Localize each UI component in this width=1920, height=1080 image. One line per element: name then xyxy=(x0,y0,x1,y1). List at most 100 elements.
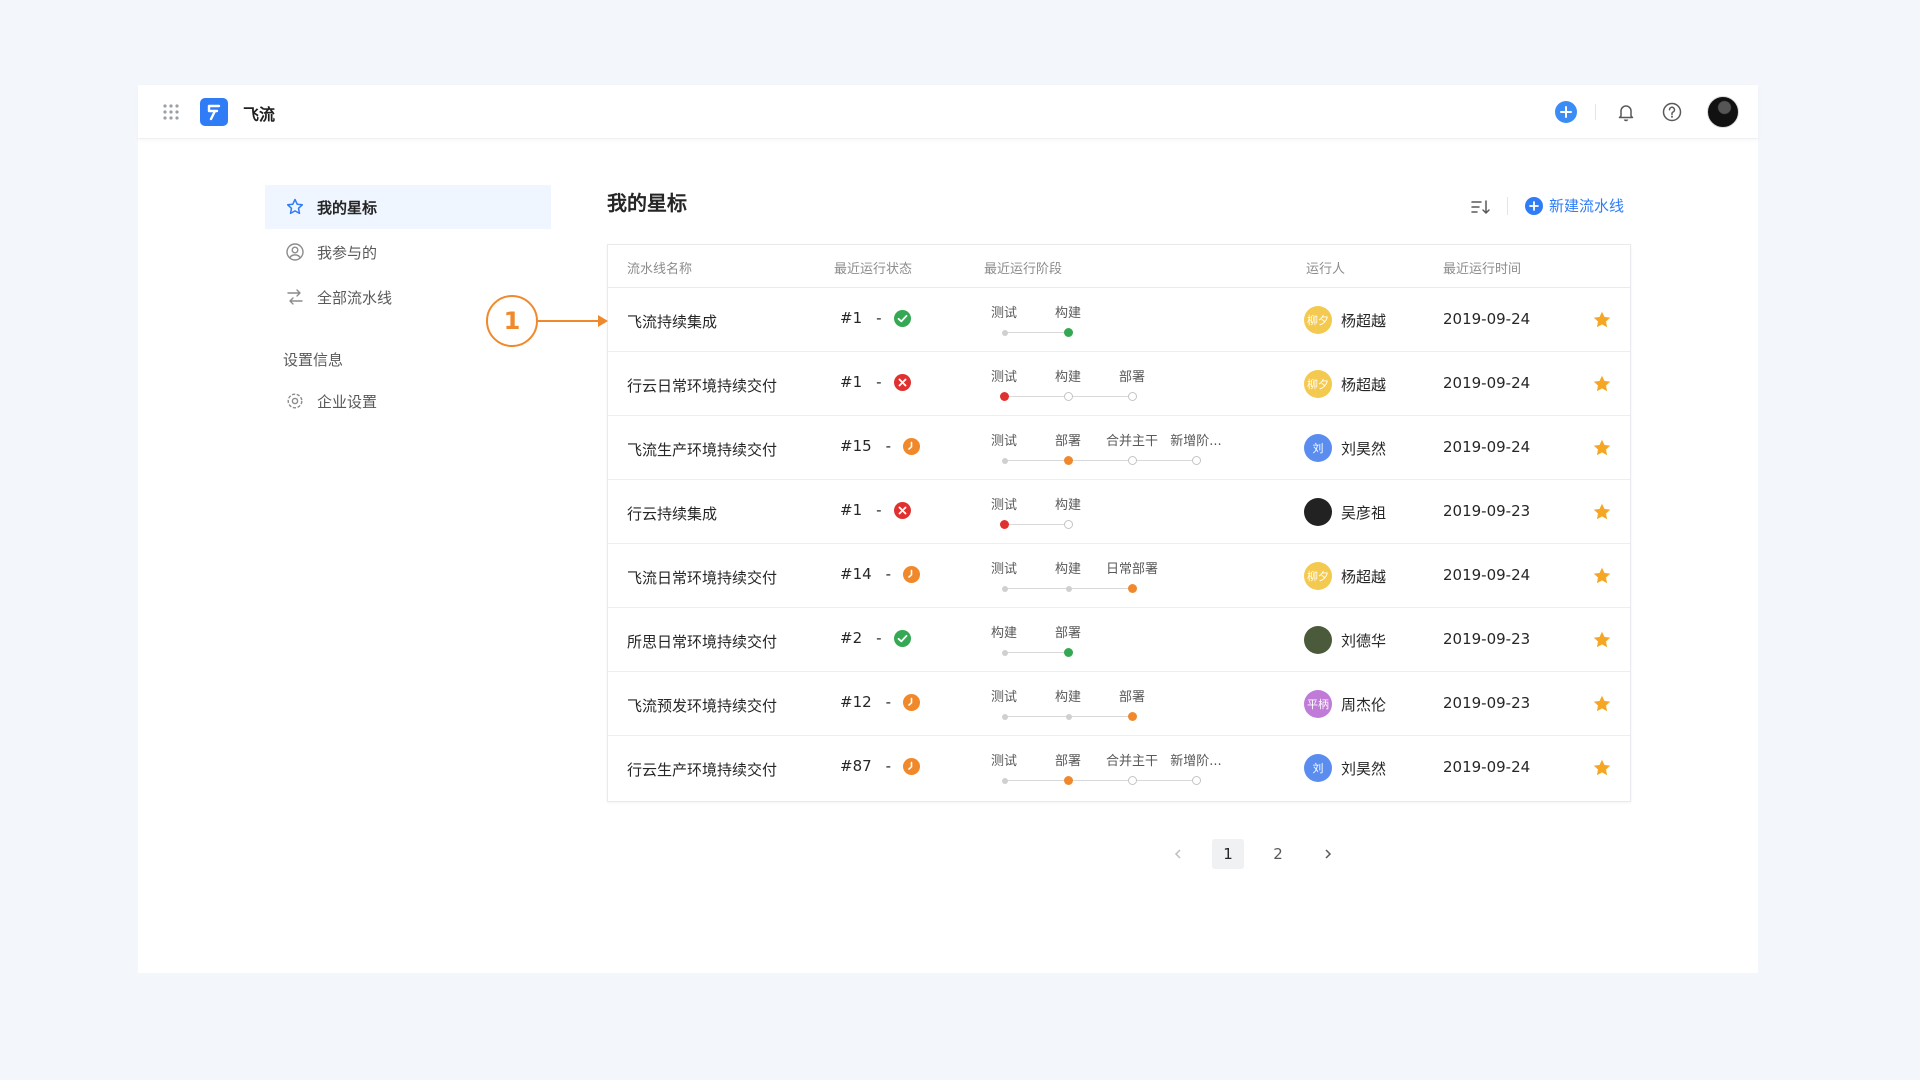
stage-dot-pending[interactable] xyxy=(1192,776,1201,785)
sidebar-item-enterprise-settings[interactable]: 企业设置 xyxy=(265,379,551,423)
runner-name: 杨超越 xyxy=(1341,311,1387,330)
run-status[interactable]: #1 - xyxy=(840,501,911,519)
stage-dot-running[interactable] xyxy=(1064,776,1073,785)
stage-dot-running[interactable] xyxy=(1128,712,1137,721)
run-status[interactable]: #12 - xyxy=(840,693,921,711)
star-filled-icon[interactable] xyxy=(1592,502,1612,522)
stage-dot-success[interactable] xyxy=(1064,328,1073,337)
running-clock-icon xyxy=(903,693,921,711)
run-status[interactable]: #1 - xyxy=(840,373,911,391)
stage-label: 构建 xyxy=(1054,498,1081,513)
column-header-time[interactable]: 最近运行时间 xyxy=(1443,258,1521,277)
stage-progress: 测试 部署 合并主干 新增阶... xyxy=(990,736,1310,800)
success-check-icon xyxy=(893,629,911,647)
new-pipeline-button[interactable]: 新建流水线 xyxy=(1525,195,1624,216)
app-grid-icon[interactable] xyxy=(162,103,180,121)
runner: 刘 刘昊然 xyxy=(1304,754,1386,782)
pipeline-name-link[interactable]: 行云持续集成 xyxy=(627,503,717,524)
stage-dot-pending[interactable] xyxy=(1192,456,1201,465)
stage-dot-done[interactable] xyxy=(1065,713,1072,720)
user-avatar[interactable] xyxy=(1707,96,1739,128)
pipeline-name-link[interactable]: 行云日常环境持续交付 xyxy=(627,375,777,396)
pipeline-name-link[interactable]: 飞流持续集成 xyxy=(627,311,717,332)
runner-avatar xyxy=(1304,498,1332,526)
stage-dot-pending[interactable] xyxy=(1128,776,1137,785)
star-filled-icon[interactable] xyxy=(1592,630,1612,650)
star-filled-icon[interactable] xyxy=(1592,374,1612,394)
run-number: #1 xyxy=(840,309,863,327)
star-filled-icon[interactable] xyxy=(1592,310,1612,330)
column-header-stage[interactable]: 最近运行阶段 xyxy=(984,258,1062,277)
table-row[interactable]: 行云日常环境持续交付 #1 - 测试 构建 部署 柳夕 杨超越 2019-09-24 xyxy=(608,352,1630,416)
star-filled-icon[interactable] xyxy=(1592,758,1612,778)
stage-progress: 构建 部署 xyxy=(990,608,1310,672)
runner: 刘 刘昊然 xyxy=(1304,434,1386,462)
run-status[interactable]: #15 - xyxy=(840,437,921,455)
table-body: 飞流持续集成 #1 - 测试 构建 柳夕 杨超越 2019-09-24 行云日常环… xyxy=(608,288,1630,800)
sort-icon[interactable] xyxy=(1469,196,1491,218)
header-divider xyxy=(1595,104,1596,120)
column-header-status[interactable]: 最近运行状态 xyxy=(834,258,912,277)
stage-dot-done[interactable] xyxy=(1001,585,1008,592)
pipeline-name-link[interactable]: 飞流日常环境持续交付 xyxy=(627,567,777,588)
run-separator: - xyxy=(885,565,892,583)
stage-progress: 测试 构建 部署 xyxy=(990,352,1310,416)
pipeline-name-link[interactable]: 飞流生产环境持续交付 xyxy=(627,439,777,460)
next-page-chevron-icon[interactable] xyxy=(1312,839,1344,869)
table-row[interactable]: 行云持续集成 #1 - 测试 构建 吴彦祖 2019-09-23 xyxy=(608,480,1630,544)
table-row[interactable]: 飞流预发环境持续交付 #12 - 测试 构建 部署 平柄 周杰伦 2019-09-2… xyxy=(608,672,1630,736)
stage-connector-line xyxy=(1004,460,1196,461)
stage-dot-done[interactable] xyxy=(1001,649,1008,656)
stage-dot-done[interactable] xyxy=(1001,713,1008,720)
sidebar-item-participated[interactable]: 我参与的 xyxy=(265,230,551,274)
page-title: 我的星标 xyxy=(607,191,687,215)
column-header-name[interactable]: 流水线名称 xyxy=(627,258,692,277)
run-status[interactable]: #14 - xyxy=(840,565,921,583)
table-row[interactable]: 飞流生产环境持续交付 #15 - 测试 部署 合并主干 新增阶... 刘 刘昊然 20… xyxy=(608,416,1630,480)
stage-dot-pending[interactable] xyxy=(1128,456,1137,465)
create-plus-icon[interactable] xyxy=(1555,101,1577,123)
sidebar-item-label: 我的星标 xyxy=(317,198,378,217)
help-question-icon[interactable] xyxy=(1661,101,1683,123)
table-row[interactable]: 行云生产环境持续交付 #87 - 测试 部署 合并主干 新增阶... 刘 刘昊然 20… xyxy=(608,736,1630,800)
stage-dot-done[interactable] xyxy=(1001,329,1008,336)
table-row[interactable]: 飞流日常环境持续交付 #14 - 测试 构建 日常部署 柳夕 杨超越 2019-09… xyxy=(608,544,1630,608)
page-button-1[interactable]: 1 xyxy=(1212,839,1244,869)
star-filled-icon[interactable] xyxy=(1592,694,1612,714)
notification-bell-icon[interactable] xyxy=(1615,101,1637,123)
annotation-callout-badge: 1 xyxy=(486,295,538,347)
stage-dot-running[interactable] xyxy=(1064,456,1073,465)
stage-dot-fail[interactable] xyxy=(1000,520,1009,529)
pipeline-name-link[interactable]: 飞流预发环境持续交付 xyxy=(627,695,777,716)
page-button-2[interactable]: 2 xyxy=(1262,839,1294,869)
run-status[interactable]: #1 - xyxy=(840,309,911,327)
star-filled-icon[interactable] xyxy=(1592,438,1612,458)
pipeline-name-link[interactable]: 所思日常环境持续交付 xyxy=(627,631,777,652)
run-number: #12 xyxy=(840,693,872,711)
stage-dot-success[interactable] xyxy=(1064,648,1073,657)
column-header-runner[interactable]: 运行人 xyxy=(1306,258,1345,277)
star-filled-icon[interactable] xyxy=(1592,566,1612,586)
stage-dot-done[interactable] xyxy=(1065,585,1072,592)
run-separator: - xyxy=(876,309,882,327)
failed-x-icon xyxy=(893,501,911,519)
table-row[interactable]: 所思日常环境持续交付 #2 - 构建 部署 刘德华 2019-09-23 xyxy=(608,608,1630,672)
stage-connector-line xyxy=(1004,332,1068,333)
annotation-line xyxy=(538,320,600,322)
stage-dot-pending[interactable] xyxy=(1128,392,1137,401)
app-logo-icon[interactable] xyxy=(200,98,228,126)
sidebar-item-starred[interactable]: 我的星标 xyxy=(265,185,551,229)
run-status[interactable]: #2 - xyxy=(840,629,911,647)
stage-dot-fail[interactable] xyxy=(1000,392,1009,401)
stage-dot-pending[interactable] xyxy=(1064,392,1073,401)
stage-connector-line xyxy=(1004,780,1196,781)
stage-dot-done[interactable] xyxy=(1001,457,1008,464)
pipeline-name-link[interactable]: 行云生产环境持续交付 xyxy=(627,759,777,780)
stage-dot-done[interactable] xyxy=(1001,777,1008,784)
runner: 柳夕 杨超越 xyxy=(1304,562,1386,590)
stage-dot-pending[interactable] xyxy=(1064,520,1073,529)
table-row[interactable]: 飞流持续集成 #1 - 测试 构建 柳夕 杨超越 2019-09-24 xyxy=(608,288,1630,352)
run-status[interactable]: #87 - xyxy=(840,757,921,775)
prev-page-chevron-icon[interactable] xyxy=(1162,839,1194,869)
stage-dot-running[interactable] xyxy=(1128,584,1137,593)
